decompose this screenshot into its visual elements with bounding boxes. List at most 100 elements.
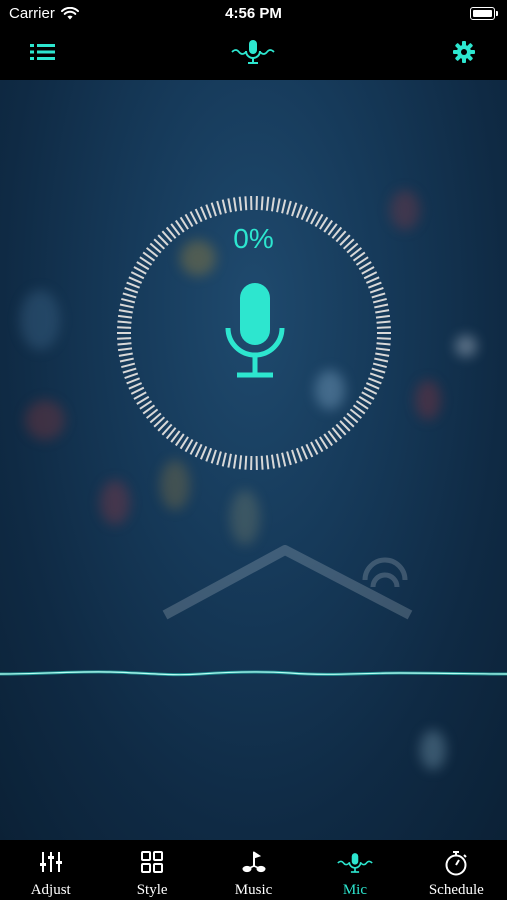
ring-tick <box>375 352 390 357</box>
ring-tick <box>117 326 132 329</box>
tab-label: Schedule <box>428 882 484 898</box>
tab-label: Mic <box>342 882 367 898</box>
ring-tick <box>238 455 243 470</box>
ring-tick <box>119 303 134 309</box>
background-bokeh <box>455 335 477 357</box>
ring-tick <box>194 208 203 223</box>
ring-tick <box>118 352 133 357</box>
background-bokeh <box>415 380 441 420</box>
tab-mic[interactable]: Mic <box>304 840 405 900</box>
ring-tick <box>189 441 198 455</box>
ring-tick <box>122 292 137 299</box>
ring-tick <box>375 314 391 319</box>
ring-tick <box>300 206 309 220</box>
ring-tick <box>117 342 132 346</box>
menu-button[interactable] <box>30 41 55 68</box>
microphone-wave-icon <box>337 853 373 873</box>
ring-tick <box>363 271 378 280</box>
ring-tick <box>130 386 145 395</box>
ring-tick <box>210 202 217 217</box>
ring-tick <box>367 281 382 289</box>
status-time: 4:56 PM <box>225 5 282 22</box>
tab-label: Adjust <box>30 882 71 898</box>
microphone-wave-icon <box>231 40 275 64</box>
background-bokeh <box>100 480 130 525</box>
ring-tick <box>369 287 384 294</box>
ring-tick <box>281 199 287 214</box>
ring-tick <box>128 382 143 390</box>
ring-tick <box>117 320 132 324</box>
ring-tick <box>210 449 217 464</box>
ring-tick <box>184 439 194 453</box>
ring-tick <box>121 297 136 304</box>
ring-tick <box>124 372 139 379</box>
tab-style[interactable]: Style <box>101 840 202 900</box>
ring-tick <box>367 377 382 385</box>
background-bokeh <box>230 490 260 545</box>
ring-tick <box>130 271 145 280</box>
ring-tick <box>372 362 387 369</box>
ring-tick <box>358 395 372 405</box>
background-bokeh <box>20 290 60 350</box>
ring-tick <box>365 382 380 390</box>
ring-tick <box>238 196 243 211</box>
ring-tick <box>265 455 270 470</box>
ring-tick <box>276 453 281 468</box>
ring-tick <box>276 198 281 213</box>
microphone-icon[interactable] <box>225 283 285 383</box>
ring-tick <box>260 196 264 211</box>
ring-tick <box>305 208 314 223</box>
ring-tick <box>126 377 141 385</box>
ring-tick <box>358 261 372 271</box>
ring-tick <box>286 200 292 215</box>
ring-tick <box>372 297 387 304</box>
tab-music[interactable]: Music <box>203 840 304 900</box>
ring-tick <box>265 196 270 211</box>
ring-tick <box>221 199 227 214</box>
ring-tick <box>122 367 137 374</box>
tab-bar: Adjust Style Music Mic Schedule <box>0 840 507 900</box>
ring-tick <box>117 347 133 352</box>
ring-tick <box>369 372 384 379</box>
progress-percentage: 0% <box>233 223 274 254</box>
ring-tick <box>281 452 287 467</box>
ring-tick <box>260 455 264 470</box>
background-bokeh <box>25 400 65 440</box>
ring-tick <box>291 202 298 217</box>
audio-waveform <box>0 670 507 677</box>
music-note-icon <box>242 851 266 873</box>
ring-tick <box>286 451 292 466</box>
house-wifi-watermark <box>162 545 413 620</box>
battery-icon <box>470 7 498 20</box>
ring-tick <box>376 326 391 329</box>
ring-tick <box>199 206 208 220</box>
ring-tick <box>205 447 213 462</box>
ring-tick <box>361 391 375 400</box>
tab-schedule[interactable]: Schedule <box>406 840 507 900</box>
ring-tick <box>194 443 203 458</box>
grid-icon <box>141 851 164 873</box>
stopwatch-icon <box>445 851 468 876</box>
list-icon <box>30 44 55 60</box>
ring-tick <box>118 309 133 314</box>
ring-tick <box>375 309 390 314</box>
ring-tick <box>232 454 238 469</box>
ring-tick <box>371 292 386 299</box>
ring-tick <box>376 320 391 324</box>
ring-tick <box>295 204 303 219</box>
ring-tick <box>270 454 276 469</box>
ring-tick <box>300 446 309 460</box>
ring-tick <box>133 266 147 275</box>
ring-tick <box>128 276 143 284</box>
ring-tick <box>227 198 232 213</box>
tab-adjust[interactable]: Adjust <box>0 840 101 900</box>
ring-tick <box>199 446 208 460</box>
ring-tick <box>126 281 141 289</box>
settings-button[interactable] <box>452 40 476 69</box>
ring-tick <box>375 347 391 352</box>
ring-tick <box>376 337 391 340</box>
ring-tick <box>232 197 238 212</box>
tab-label: Style <box>136 882 168 898</box>
mic-visualizer-panel: 0% <box>0 80 507 840</box>
nav-bar <box>0 28 507 80</box>
